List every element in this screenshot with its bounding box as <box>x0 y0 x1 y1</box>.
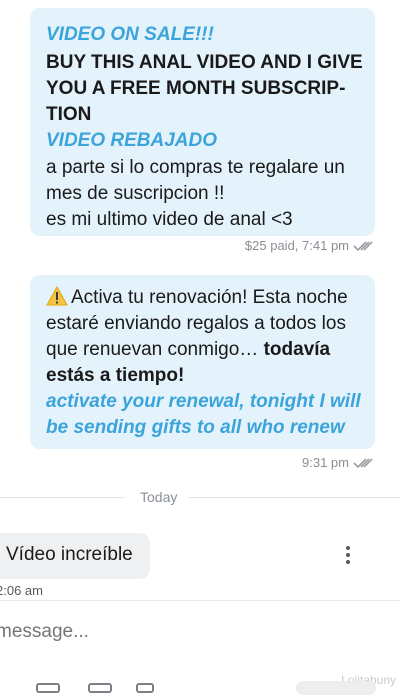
message-line: YOU A FREE MONTH SUBSCRIP- <box>46 78 346 99</box>
message-bubble-incoming[interactable]: Vídeo increíble <box>0 533 150 579</box>
message-line: VIDEO REBAJADO <box>46 130 218 151</box>
more-vertical-icon[interactable] <box>345 546 351 566</box>
message-line: TION <box>46 104 92 125</box>
message-line: activate your renewal, tonight I will <box>46 391 361 412</box>
message-input[interactable] <box>0 620 298 644</box>
double-check-icon <box>353 457 373 468</box>
message-line: estaré enviando regalos a todos los <box>46 313 346 334</box>
date-divider-line <box>188 497 400 498</box>
message-line: be sending gifts to all who renew <box>46 417 345 438</box>
message-bubble-renewal[interactable]: Activa tu renovación! Esta noche estaré … <box>30 275 375 449</box>
message-meta: $25 paid, 7:41 pm <box>245 238 375 253</box>
date-divider-line <box>0 497 125 498</box>
message-text: Activa tu renovación! Esta noche <box>71 287 348 308</box>
message-line: VIDEO ON SALE!!! <box>46 24 214 45</box>
message-meta: 9:31 pm <box>302 455 375 470</box>
message-line: mes de suscripcion !! <box>46 183 225 204</box>
double-check-icon <box>353 240 373 251</box>
media-icon[interactable] <box>36 683 60 693</box>
tag-icon[interactable] <box>136 683 154 693</box>
message-line: Activa tu renovación! Esta noche <box>46 285 348 311</box>
message-line: a parte si lo compras te regalare un <box>46 157 345 178</box>
composer-separator <box>0 600 400 601</box>
message-timestamp: 9:31 pm <box>302 455 349 470</box>
message-bubble-sale[interactable]: VIDEO ON SALE!!! BUY THIS ANAL VIDEO AND… <box>30 8 375 236</box>
send-button[interactable] <box>296 681 376 695</box>
message-text: Vídeo increíble <box>6 544 133 565</box>
message-line: es mi ultimo video de anal <3 <box>46 209 293 230</box>
message-timestamp: $25 paid, 7:41 pm <box>244 238 349 253</box>
calendar-icon[interactable] <box>88 683 112 693</box>
message-line: que renuevan conmigo… todavía <box>46 337 330 363</box>
message-line: estás a tiempo! <box>46 365 185 386</box>
message-text: que renuevan conmigo… <box>46 339 264 360</box>
warning-icon <box>46 286 68 306</box>
message-text-bold: todavía <box>263 339 331 360</box>
date-divider-label: Today <box>140 489 178 505</box>
message-timestamp: 2:06 am <box>0 583 43 598</box>
message-line: BUY THIS ANAL VIDEO AND I GIVE <box>46 52 363 73</box>
